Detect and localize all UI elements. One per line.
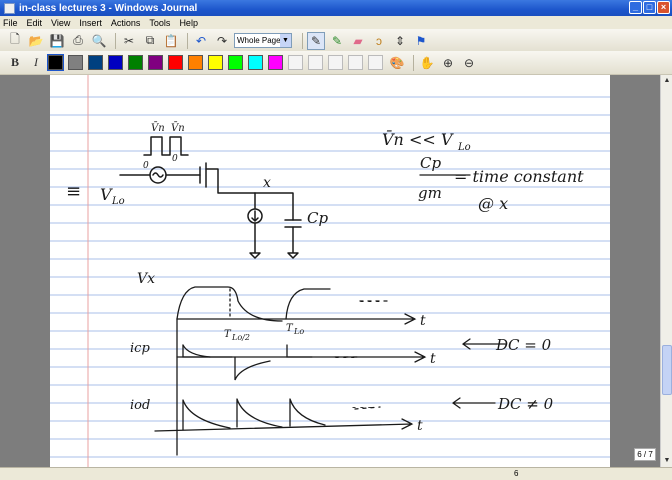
status-bar: 6 — [0, 467, 672, 480]
window-title: in-class lectures 3 - Windows Journal — [19, 2, 198, 14]
highlighter-icon[interactable]: ✎ — [328, 32, 346, 50]
redo-icon[interactable]: ↷ — [213, 32, 231, 50]
zero-label: 0 — [143, 161, 149, 171]
formatting-toolbar: B I 🎨 ✋ ⊕ ⊖ — [0, 51, 672, 75]
menu-view[interactable]: View — [51, 18, 70, 28]
copy-icon[interactable]: ⧉ — [141, 32, 159, 50]
vx-label: Vx — [137, 271, 155, 287]
empty-swatch[interactable] — [348, 55, 363, 70]
dc-nonzero-label: DC ≠ 0 — [497, 395, 554, 413]
equivalent-sign: ≡ — [66, 181, 81, 202]
icp-waveform — [176, 344, 427, 381]
color-swatch[interactable] — [188, 55, 203, 70]
menu-help[interactable]: Help — [179, 18, 198, 28]
menu-bar: File Edit View Insert Actions Tools Help — [0, 16, 672, 29]
eraser-icon[interactable]: ▰ — [349, 32, 367, 50]
undo-icon[interactable]: ↶ — [192, 32, 210, 50]
zoom-out-icon[interactable]: ⊖ — [460, 54, 478, 72]
empty-swatch[interactable] — [368, 55, 383, 70]
note-workspace: ≡ V Lo V̄n V̄n 0 0 x Cp V̄n << V Lo Cp g… — [0, 75, 660, 467]
bold-icon[interactable]: B — [6, 54, 24, 72]
chevron-down-icon[interactable]: ▼ — [280, 34, 291, 47]
time-constant-text: = time constant — [454, 167, 584, 186]
empty-swatch[interactable] — [328, 55, 343, 70]
page-number: 6 — [514, 469, 519, 478]
ink-canvas[interactable]: ≡ V Lo V̄n V̄n 0 0 x Cp V̄n << V Lo Cp g… — [50, 75, 610, 467]
cut-icon[interactable]: ✂ — [120, 32, 138, 50]
menu-edit[interactable]: Edit — [27, 18, 43, 28]
continuation-dots: - - - — [335, 350, 355, 364]
condition-subscript: Lo — [457, 142, 471, 153]
menu-insert[interactable]: Insert — [79, 18, 102, 28]
continuation-dots: - - - — [352, 400, 372, 414]
scroll-up-icon[interactable]: ▲ — [662, 76, 672, 86]
vlo-subscript: Lo — [111, 196, 125, 207]
iod-waveform — [154, 398, 414, 432]
scroll-thumb[interactable] — [662, 345, 672, 395]
t-axis-label: t — [417, 418, 423, 434]
find-icon[interactable]: 🔍 — [90, 32, 108, 50]
tlo-label: T — [286, 323, 294, 334]
vertical-scrollbar[interactable]: ▲ ▼ — [660, 75, 672, 467]
journal-app-icon — [4, 2, 15, 14]
scroll-down-icon[interactable]: ▼ — [662, 456, 672, 466]
menu-actions[interactable]: Actions — [111, 18, 141, 28]
color-swatch[interactable] — [68, 55, 83, 70]
flag-icon[interactable]: ⚑ — [412, 32, 430, 50]
zoom-in-icon[interactable]: ⊕ — [439, 54, 457, 72]
color-swatch[interactable] — [128, 55, 143, 70]
color-swatch[interactable] — [268, 55, 283, 70]
palette-icon[interactable]: 🎨 — [388, 54, 406, 72]
close-button[interactable]: × — [657, 1, 670, 14]
note-page[interactable]: ≡ V Lo V̄n V̄n 0 0 x Cp V̄n << V Lo Cp g… — [50, 75, 610, 467]
zero-label: 0 — [172, 154, 178, 164]
pen-icon[interactable]: ✎ — [307, 31, 325, 50]
ratio-denominator: gm — [418, 184, 442, 202]
cp-label: Cp — [307, 209, 328, 227]
iod-label: iod — [130, 398, 150, 413]
vn-label-2: V̄n — [171, 122, 185, 134]
vn-label-1: V̄n — [151, 122, 165, 134]
tlo-subscript: Lo — [293, 327, 304, 336]
open-folder-icon[interactable]: 📂 — [27, 32, 45, 50]
t-axis-label: t — [420, 313, 426, 329]
circuit-sketch — [119, 136, 302, 259]
condition-text: V̄n << V — [382, 128, 454, 149]
title-bar: in-class lectures 3 - Windows Journal _ … — [0, 0, 672, 16]
maximize-button[interactable]: □ — [643, 1, 656, 14]
empty-swatch[interactable] — [308, 55, 323, 70]
empty-swatch[interactable] — [288, 55, 303, 70]
color-swatch[interactable] — [148, 55, 163, 70]
save-icon[interactable]: 💾 — [48, 32, 66, 50]
menu-tools[interactable]: Tools — [149, 18, 170, 28]
color-swatch[interactable] — [228, 55, 243, 70]
continuation-dots: - - - — [360, 294, 380, 308]
t-axis-label: t — [430, 351, 436, 367]
dc-zero-label: DC = 0 — [495, 336, 552, 354]
color-swatch[interactable] — [208, 55, 223, 70]
minimize-button[interactable]: _ — [629, 1, 642, 14]
icp-label: icp — [130, 341, 150, 356]
print-icon[interactable]: ⎙ — [69, 32, 87, 50]
standard-toolbar: 🗋 📂 💾 ⎙ 🔍 ✂ ⧉ 📋 ↶ ↷ Whole Page ▼ ✎ ✎ ▰ ↄ… — [0, 29, 672, 53]
color-swatch[interactable] — [108, 55, 123, 70]
menu-file[interactable]: File — [3, 18, 18, 28]
color-swatch[interactable] — [168, 55, 183, 70]
at-x-text: @ x — [478, 194, 508, 213]
tlo2-subscript: Lo/2 — [231, 333, 250, 342]
color-swatch[interactable] — [88, 55, 103, 70]
pan-hand-icon[interactable]: ✋ — [418, 54, 436, 72]
zoom-value: Whole Page — [237, 36, 281, 45]
paste-icon[interactable]: 📋 — [162, 32, 180, 50]
italic-icon[interactable]: I — [27, 54, 45, 72]
lasso-select-icon[interactable]: ↄ — [370, 32, 388, 50]
ratio-numerator: Cp — [420, 154, 441, 172]
color-swatch[interactable] — [248, 55, 263, 70]
node-x-label: x — [263, 175, 271, 191]
page-indicator: 6 / 7 — [634, 448, 656, 461]
color-swatch[interactable] — [47, 54, 64, 71]
zoom-select[interactable]: Whole Page ▼ — [234, 33, 292, 48]
new-note-icon[interactable]: 🗋 — [6, 32, 24, 50]
insert-space-icon[interactable]: ⇕ — [391, 32, 409, 50]
